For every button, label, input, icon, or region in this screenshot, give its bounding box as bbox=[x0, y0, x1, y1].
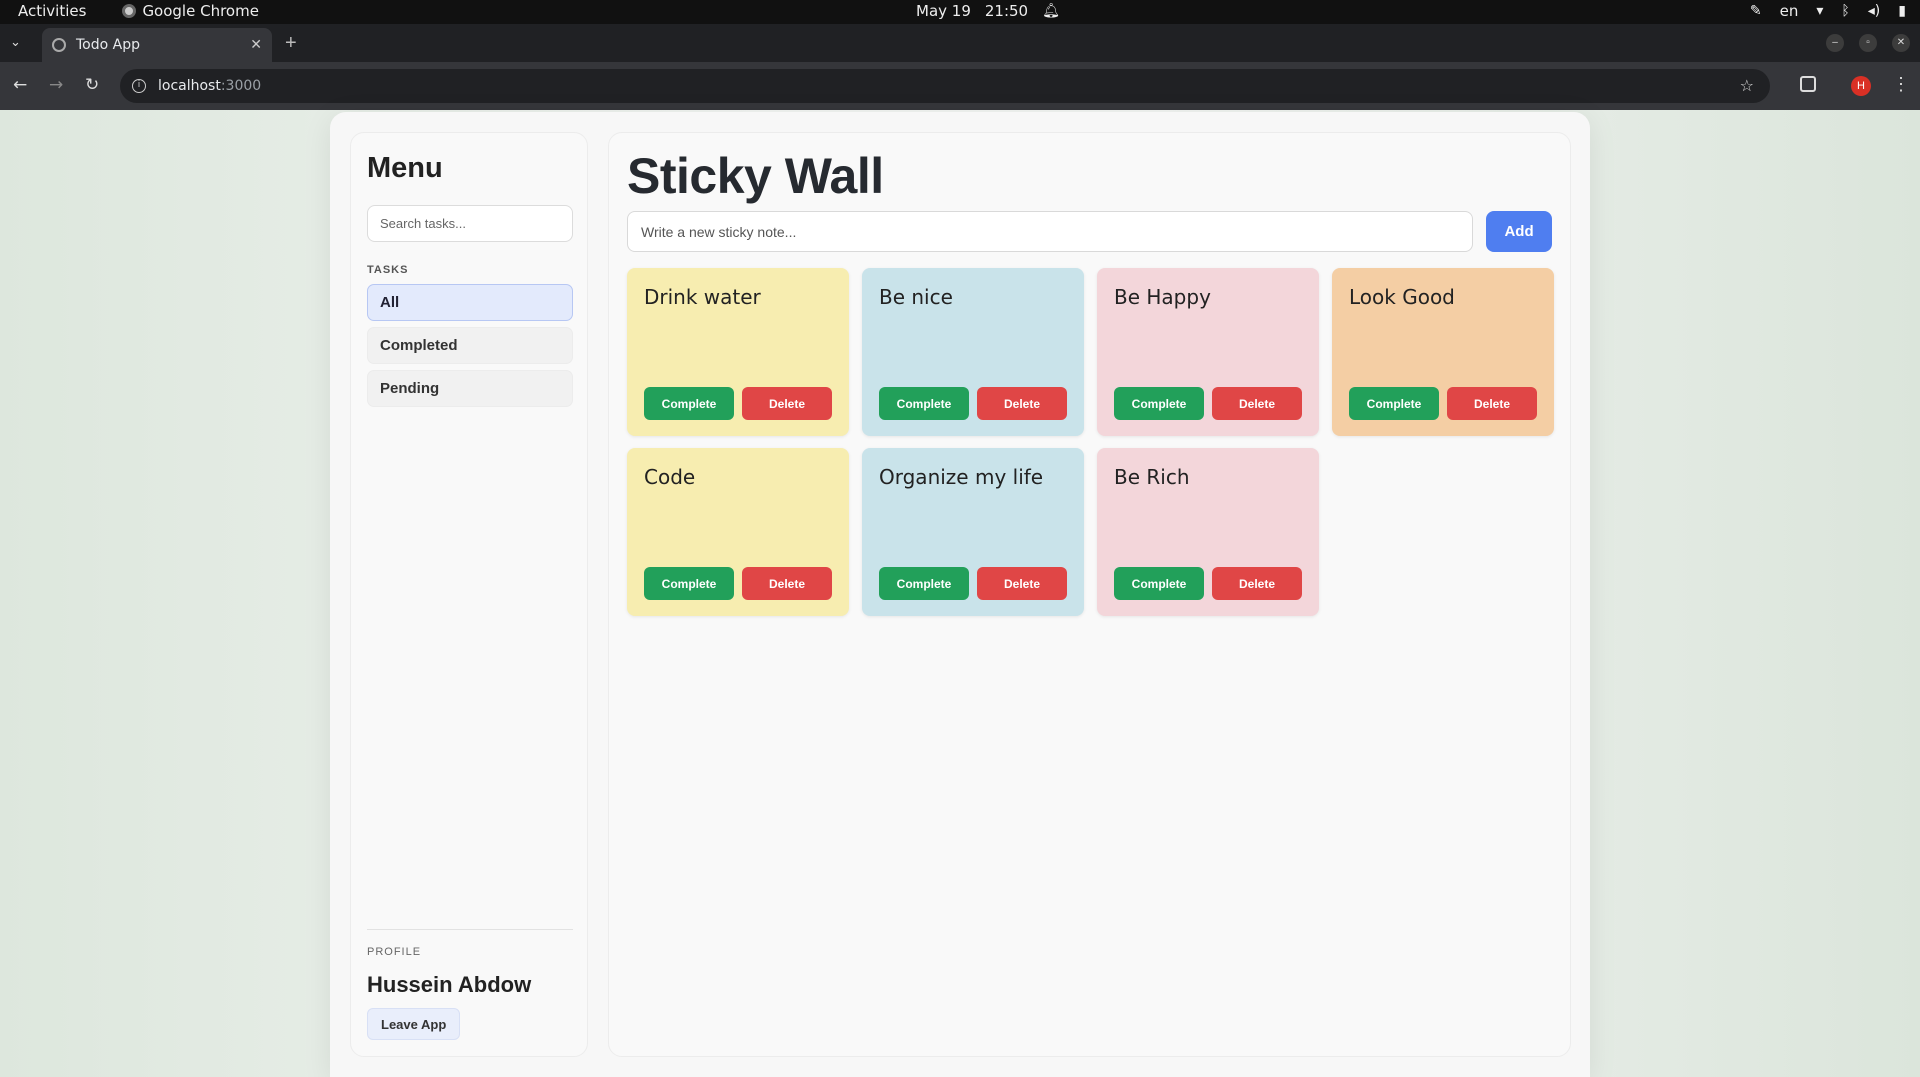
note-actions: Complete Delete bbox=[1114, 567, 1302, 600]
profile-avatar[interactable]: H bbox=[1851, 76, 1871, 96]
note-title: Be Happy bbox=[1114, 285, 1211, 309]
page-background: Menu TASKS All Completed Pending PROFILE… bbox=[0, 110, 1920, 1077]
delete-button[interactable]: Delete bbox=[742, 567, 832, 600]
language-indicator[interactable]: en bbox=[1780, 2, 1799, 20]
battery-icon[interactable]: ▮ bbox=[1898, 3, 1906, 19]
wifi-icon[interactable]: ▾ bbox=[1816, 3, 1823, 19]
delete-button[interactable]: Delete bbox=[742, 387, 832, 420]
note-actions: Complete Delete bbox=[644, 567, 832, 600]
sidebar-item-completed[interactable]: Completed bbox=[367, 327, 573, 364]
clock[interactable]: May 19 21:50 🔔︎ bbox=[916, 2, 1060, 20]
clock-date: May 19 bbox=[916, 2, 971, 20]
note-actions: Complete Delete bbox=[879, 387, 1067, 420]
note-actions: Complete Delete bbox=[1349, 387, 1537, 420]
profile-section: PROFILE Hussein Abdow Leave App bbox=[367, 929, 573, 1040]
profile-label: PROFILE bbox=[367, 946, 422, 958]
delete-button[interactable]: Delete bbox=[977, 387, 1067, 420]
maximize-icon[interactable]: ▫ bbox=[1859, 34, 1877, 52]
window-close-icon[interactable]: ✕ bbox=[1892, 34, 1910, 52]
chrome-icon bbox=[122, 4, 137, 18]
tab-title: Todo App bbox=[76, 37, 140, 53]
address-bar[interactable]: i localhost:3000 ☆ bbox=[120, 69, 1770, 103]
delete-button[interactable]: Delete bbox=[1447, 387, 1537, 420]
back-arrow-icon[interactable]: ← bbox=[13, 75, 27, 95]
complete-button[interactable]: Complete bbox=[1114, 567, 1204, 600]
profile-name: Hussein Abdow bbox=[367, 972, 532, 997]
app-container: Menu TASKS All Completed Pending PROFILE… bbox=[330, 112, 1590, 1077]
delete-button[interactable]: Delete bbox=[1212, 387, 1302, 420]
bluetooth-icon[interactable]: ᛒ bbox=[1841, 3, 1849, 19]
note-title: Be nice bbox=[879, 285, 953, 309]
sticky-note: Be nice Complete Delete bbox=[862, 268, 1084, 436]
tab-search-chevron-icon[interactable]: ⌄ bbox=[10, 34, 21, 50]
sidebar: Menu TASKS All Completed Pending PROFILE… bbox=[350, 132, 588, 1057]
extensions-puzzle-icon[interactable] bbox=[1800, 76, 1816, 92]
activities-button[interactable]: Activities bbox=[18, 2, 86, 20]
browser-menu-kebab-icon[interactable]: ⋮ bbox=[1892, 74, 1910, 95]
new-note-input[interactable] bbox=[627, 211, 1474, 252]
main-panel: Sticky Wall Add Drink water Complete Del… bbox=[608, 132, 1571, 1057]
browser-toolbar: ← → ↻ i localhost:3000 ☆ H ⋮ bbox=[0, 62, 1920, 110]
complete-button[interactable]: Complete bbox=[644, 387, 734, 420]
complete-button[interactable]: Complete bbox=[1349, 387, 1439, 420]
note-actions: Complete Delete bbox=[1114, 387, 1302, 420]
complete-button[interactable]: Complete bbox=[879, 567, 969, 600]
sidebar-item-pending[interactable]: Pending bbox=[367, 370, 573, 407]
add-note-row: Add bbox=[627, 211, 1552, 252]
note-title: Organize my life bbox=[879, 465, 1044, 489]
add-note-button[interactable]: Add bbox=[1486, 211, 1552, 252]
forward-arrow-icon[interactable]: → bbox=[49, 75, 63, 95]
url-host: localhost bbox=[158, 78, 221, 94]
bookmark-star-icon[interactable]: ☆ bbox=[1740, 76, 1754, 95]
note-title: Drink water bbox=[644, 285, 761, 309]
note-title: Look Good bbox=[1349, 285, 1455, 309]
url-port: :3000 bbox=[220, 78, 262, 94]
delete-button[interactable]: Delete bbox=[977, 567, 1067, 600]
sticky-notes-grid: Drink water Complete Delete Be nice Comp… bbox=[627, 268, 1554, 616]
complete-button[interactable]: Complete bbox=[1114, 387, 1204, 420]
os-top-bar: Activities Google Chrome May 19 21:50 🔔︎… bbox=[0, 0, 1920, 24]
new-tab-plus-icon[interactable]: + bbox=[285, 32, 297, 55]
sidebar-item-all[interactable]: All bbox=[367, 284, 573, 321]
sidebar-item-label: All bbox=[380, 294, 400, 311]
active-app-indicator[interactable]: Google Chrome bbox=[122, 2, 259, 20]
browser-tab[interactable]: Todo App ✕ bbox=[42, 28, 272, 62]
clock-time: 21:50 bbox=[984, 2, 1029, 20]
page-title: Sticky Wall bbox=[627, 148, 884, 204]
active-app-name: Google Chrome bbox=[142, 2, 259, 20]
complete-button[interactable]: Complete bbox=[879, 387, 969, 420]
minimize-icon[interactable]: – bbox=[1826, 34, 1844, 52]
sidebar-title: Menu bbox=[367, 152, 443, 184]
note-title: Be Rich bbox=[1114, 465, 1190, 489]
sidebar-item-label: Completed bbox=[380, 337, 458, 354]
volume-icon[interactable]: ◂) bbox=[1868, 3, 1881, 19]
delete-button[interactable]: Delete bbox=[1212, 567, 1302, 600]
sticky-note: Organize my life Complete Delete bbox=[862, 448, 1084, 616]
sidebar-item-label: Pending bbox=[380, 380, 440, 397]
complete-button[interactable]: Complete bbox=[644, 567, 734, 600]
search-input[interactable] bbox=[367, 205, 573, 242]
pen-icon[interactable]: ✎ bbox=[1750, 3, 1762, 19]
bell-icon: 🔔︎ bbox=[1042, 3, 1060, 19]
tasks-section-label: TASKS bbox=[367, 264, 409, 276]
sticky-note: Be Happy Complete Delete bbox=[1097, 268, 1319, 436]
leave-app-button[interactable]: Leave App bbox=[367, 1008, 461, 1040]
sticky-note: Code Complete Delete bbox=[627, 448, 849, 616]
note-actions: Complete Delete bbox=[879, 567, 1067, 600]
note-title: Code bbox=[644, 465, 696, 489]
sticky-note: Drink water Complete Delete bbox=[627, 268, 849, 436]
tab-close-icon[interactable]: ✕ bbox=[250, 37, 262, 53]
site-info-icon[interactable]: i bbox=[132, 79, 146, 93]
sticky-note: Be Rich Complete Delete bbox=[1097, 448, 1319, 616]
browser-tabstrip: ⌄ Todo App ✕ + – ▫ ✕ bbox=[0, 24, 1920, 62]
globe-icon bbox=[52, 38, 66, 52]
reload-icon[interactable]: ↻ bbox=[85, 75, 99, 95]
sticky-note: Look Good Complete Delete bbox=[1332, 268, 1554, 436]
note-actions: Complete Delete bbox=[644, 387, 832, 420]
